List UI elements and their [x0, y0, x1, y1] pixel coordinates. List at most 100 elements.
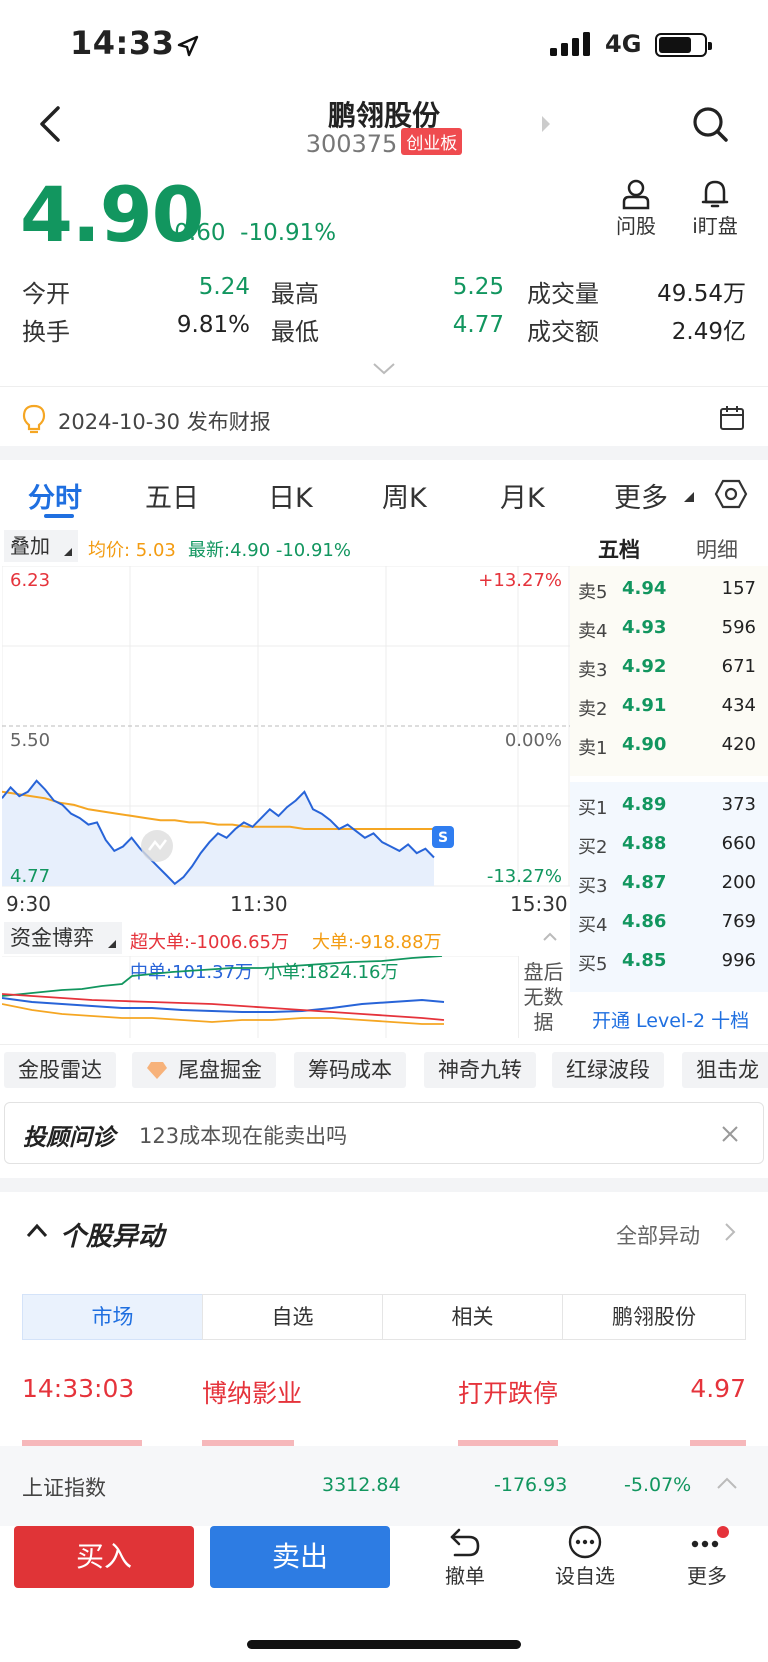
stat-label-high: 最高: [271, 280, 319, 308]
sell-level-volume: 434: [721, 695, 756, 716]
expand-chevron-icon[interactable]: [372, 362, 396, 376]
notice-text[interactable]: 2024-10-30 发布财报: [58, 406, 271, 436]
stat-value-amount: 2.49亿: [671, 319, 746, 345]
chevron-right-icon[interactable]: [724, 1222, 736, 1242]
change-percent: -10.91%: [240, 220, 337, 246]
buy-level-label: 买5: [578, 954, 608, 975]
add-watchlist-button[interactable]: 设自选: [548, 1524, 622, 1589]
svg-text:S: S: [438, 830, 448, 846]
level2-upgrade-link[interactable]: 开通 Level-2 十档: [592, 1006, 749, 1033]
buy-level-price: 4.85: [622, 950, 667, 971]
tab-details[interactable]: 明细: [696, 534, 738, 564]
chip-gold-radar[interactable]: 金股雷达: [4, 1052, 116, 1088]
buy-level-row[interactable]: 买1 4.89 373: [570, 784, 768, 823]
more-dots-icon: [691, 1526, 729, 1548]
undo-icon: [450, 1528, 480, 1557]
buy-level-row[interactable]: 买4 4.86 769: [570, 901, 768, 940]
more-label: 更多: [687, 1564, 727, 1588]
location-arrow-icon: [177, 35, 199, 57]
chip-chip-cost[interactable]: 筹码成本: [294, 1052, 406, 1088]
buy-level-label: 买3: [578, 876, 608, 897]
buy-level-volume: 769: [721, 911, 756, 932]
more-button[interactable]: 更多: [672, 1524, 742, 1589]
collapse-chevron-icon[interactable]: [542, 932, 558, 942]
buy-level-row[interactable]: 买2 4.88 660: [570, 823, 768, 862]
cellular-signal-icon: [550, 32, 590, 56]
movement-time: 14:33:03: [22, 1374, 135, 1403]
tab-daily-k[interactable]: 日K: [268, 476, 313, 515]
sell-level-row[interactable]: 卖1 4.90 420: [570, 724, 768, 763]
stat-value-turnover: 9.81%: [176, 312, 250, 338]
sell-signal-icon[interactable]: S: [432, 826, 454, 848]
sell-button[interactable]: 卖出: [210, 1526, 390, 1588]
ask-stock-button[interactable]: 问股: [606, 178, 666, 239]
sell-level-price: 4.90: [622, 734, 667, 755]
more-circle-icon: [568, 1525, 602, 1559]
lightbulb-icon: [22, 404, 46, 434]
tab-more[interactable]: 更多: [614, 476, 668, 515]
watch-button[interactable]: i盯盘: [682, 178, 748, 239]
advisor-box[interactable]: 投顾问诊 123成本现在能卖出吗: [4, 1102, 764, 1164]
settings-hexagon-icon[interactable]: [714, 478, 748, 510]
search-icon[interactable]: [690, 104, 730, 144]
index-bar[interactable]: 上证指数 3312.84 -176.93 -5.07%: [0, 1446, 768, 1526]
buy-level-row[interactable]: 买3 4.87 200: [570, 862, 768, 901]
buy-level-price: 4.89: [622, 794, 667, 815]
tab-five-levels[interactable]: 五档: [598, 534, 640, 564]
sell-level-volume: 596: [721, 617, 756, 638]
after-hours-no-data: 盘后无数据: [518, 956, 568, 1038]
overlay-label: 叠加: [10, 534, 50, 558]
movement-tab-stock[interactable]: 鹏翎股份: [562, 1294, 746, 1340]
super-large-order-line: [2, 993, 445, 1021]
sell-level-row[interactable]: 卖5 4.94 157: [570, 568, 768, 607]
collapse-up-icon[interactable]: [26, 1222, 48, 1238]
fund-flow-dropdown[interactable]: 资金博弈: [4, 922, 122, 954]
sell-level-label: 卖5: [578, 582, 608, 603]
chip-closing-gold[interactable]: 尾盘掘金: [132, 1052, 276, 1088]
x-label-mid: 11:30: [230, 892, 288, 916]
intraday-chart[interactable]: S: [2, 566, 570, 888]
buy-level-label: 买2: [578, 837, 608, 858]
overlay-dropdown[interactable]: 叠加: [4, 530, 78, 562]
movement-tab-related[interactable]: 相关: [382, 1294, 563, 1340]
sell-level-row[interactable]: 卖2 4.91 434: [570, 685, 768, 724]
all-movements-link[interactable]: 全部异动: [616, 1220, 700, 1250]
chip-sniper-dragon[interactable]: 狙击龙: [682, 1052, 768, 1088]
close-icon[interactable]: [721, 1125, 739, 1143]
calendar-icon[interactable]: [718, 404, 746, 432]
chip-red-green-band[interactable]: 红绿波段: [552, 1052, 664, 1088]
sell-level-label: 卖1: [578, 738, 608, 759]
y-label-low: 4.77: [10, 866, 51, 887]
buy-level-label: 买1: [578, 798, 608, 819]
stat-value-high: 5.25: [452, 274, 504, 300]
expand-up-icon[interactable]: [716, 1476, 738, 1490]
bell-icon: [701, 180, 729, 208]
next-stock-icon[interactable]: [540, 114, 552, 134]
buy-level-row[interactable]: 买5 4.85 996: [570, 940, 768, 979]
movement-tab-market[interactable]: 市场: [22, 1294, 203, 1340]
stat-value-low: 4.77: [452, 312, 504, 338]
x-label-close: 15:30: [510, 892, 568, 916]
advisor-title: 投顾问诊: [23, 1125, 115, 1151]
tab-monthly-k[interactable]: 月K: [500, 476, 545, 515]
pct-label-high: +13.27%: [478, 570, 562, 591]
y-label-high: 6.23: [10, 570, 51, 591]
cancel-order-button[interactable]: 撤单: [430, 1524, 500, 1589]
tab-five-day[interactable]: 五日: [145, 476, 199, 515]
movement-stock[interactable]: 博纳影业: [202, 1374, 302, 1410]
x-label-open: 9:30: [6, 892, 51, 916]
fund-flow-chart: [2, 956, 518, 1038]
chip-magic-nine[interactable]: 神奇九转: [424, 1052, 536, 1088]
sell-level-row[interactable]: 卖4 4.93 596: [570, 607, 768, 646]
sell-level-price: 4.93: [622, 617, 667, 638]
network-type: 4G: [605, 30, 642, 58]
pct-label-low: -13.27%: [486, 866, 562, 887]
buy-button[interactable]: 买入: [14, 1526, 194, 1588]
price-change: -0.60 -10.91%: [166, 220, 336, 246]
stat-label-turnover: 换手: [22, 318, 70, 346]
tab-intraday[interactable]: 分时: [28, 476, 82, 515]
movement-tab-watchlist[interactable]: 自选: [202, 1294, 383, 1340]
sell-level-row[interactable]: 卖3 4.92 671: [570, 646, 768, 685]
tab-weekly-k[interactable]: 周K: [382, 476, 427, 515]
cancel-order-label: 撤单: [445, 1564, 485, 1588]
